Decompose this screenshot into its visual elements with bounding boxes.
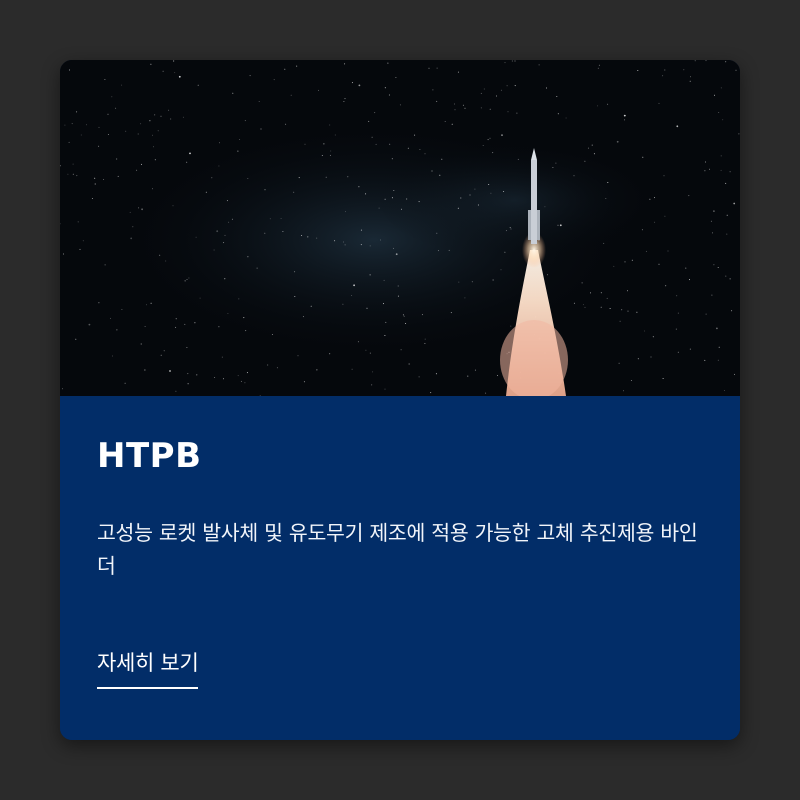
rocket-launch-image (60, 60, 740, 396)
product-card: HTPB 고성능 로켓 발사체 및 유도무기 제조에 적용 가능한 고체 추진제… (60, 60, 740, 740)
rocket-launch-illustration (60, 60, 740, 396)
view-details-link[interactable]: 자세히 보기 (97, 647, 199, 689)
card-description: 고성능 로켓 발사체 및 유도무기 제조에 적용 가능한 고체 추진제용 바인더 (97, 521, 698, 578)
card-content: HTPB 고성능 로켓 발사체 및 유도무기 제조에 적용 가능한 고체 추진제… (60, 396, 740, 740)
card-title: HTPB (97, 436, 202, 476)
rocket-body (531, 160, 537, 244)
